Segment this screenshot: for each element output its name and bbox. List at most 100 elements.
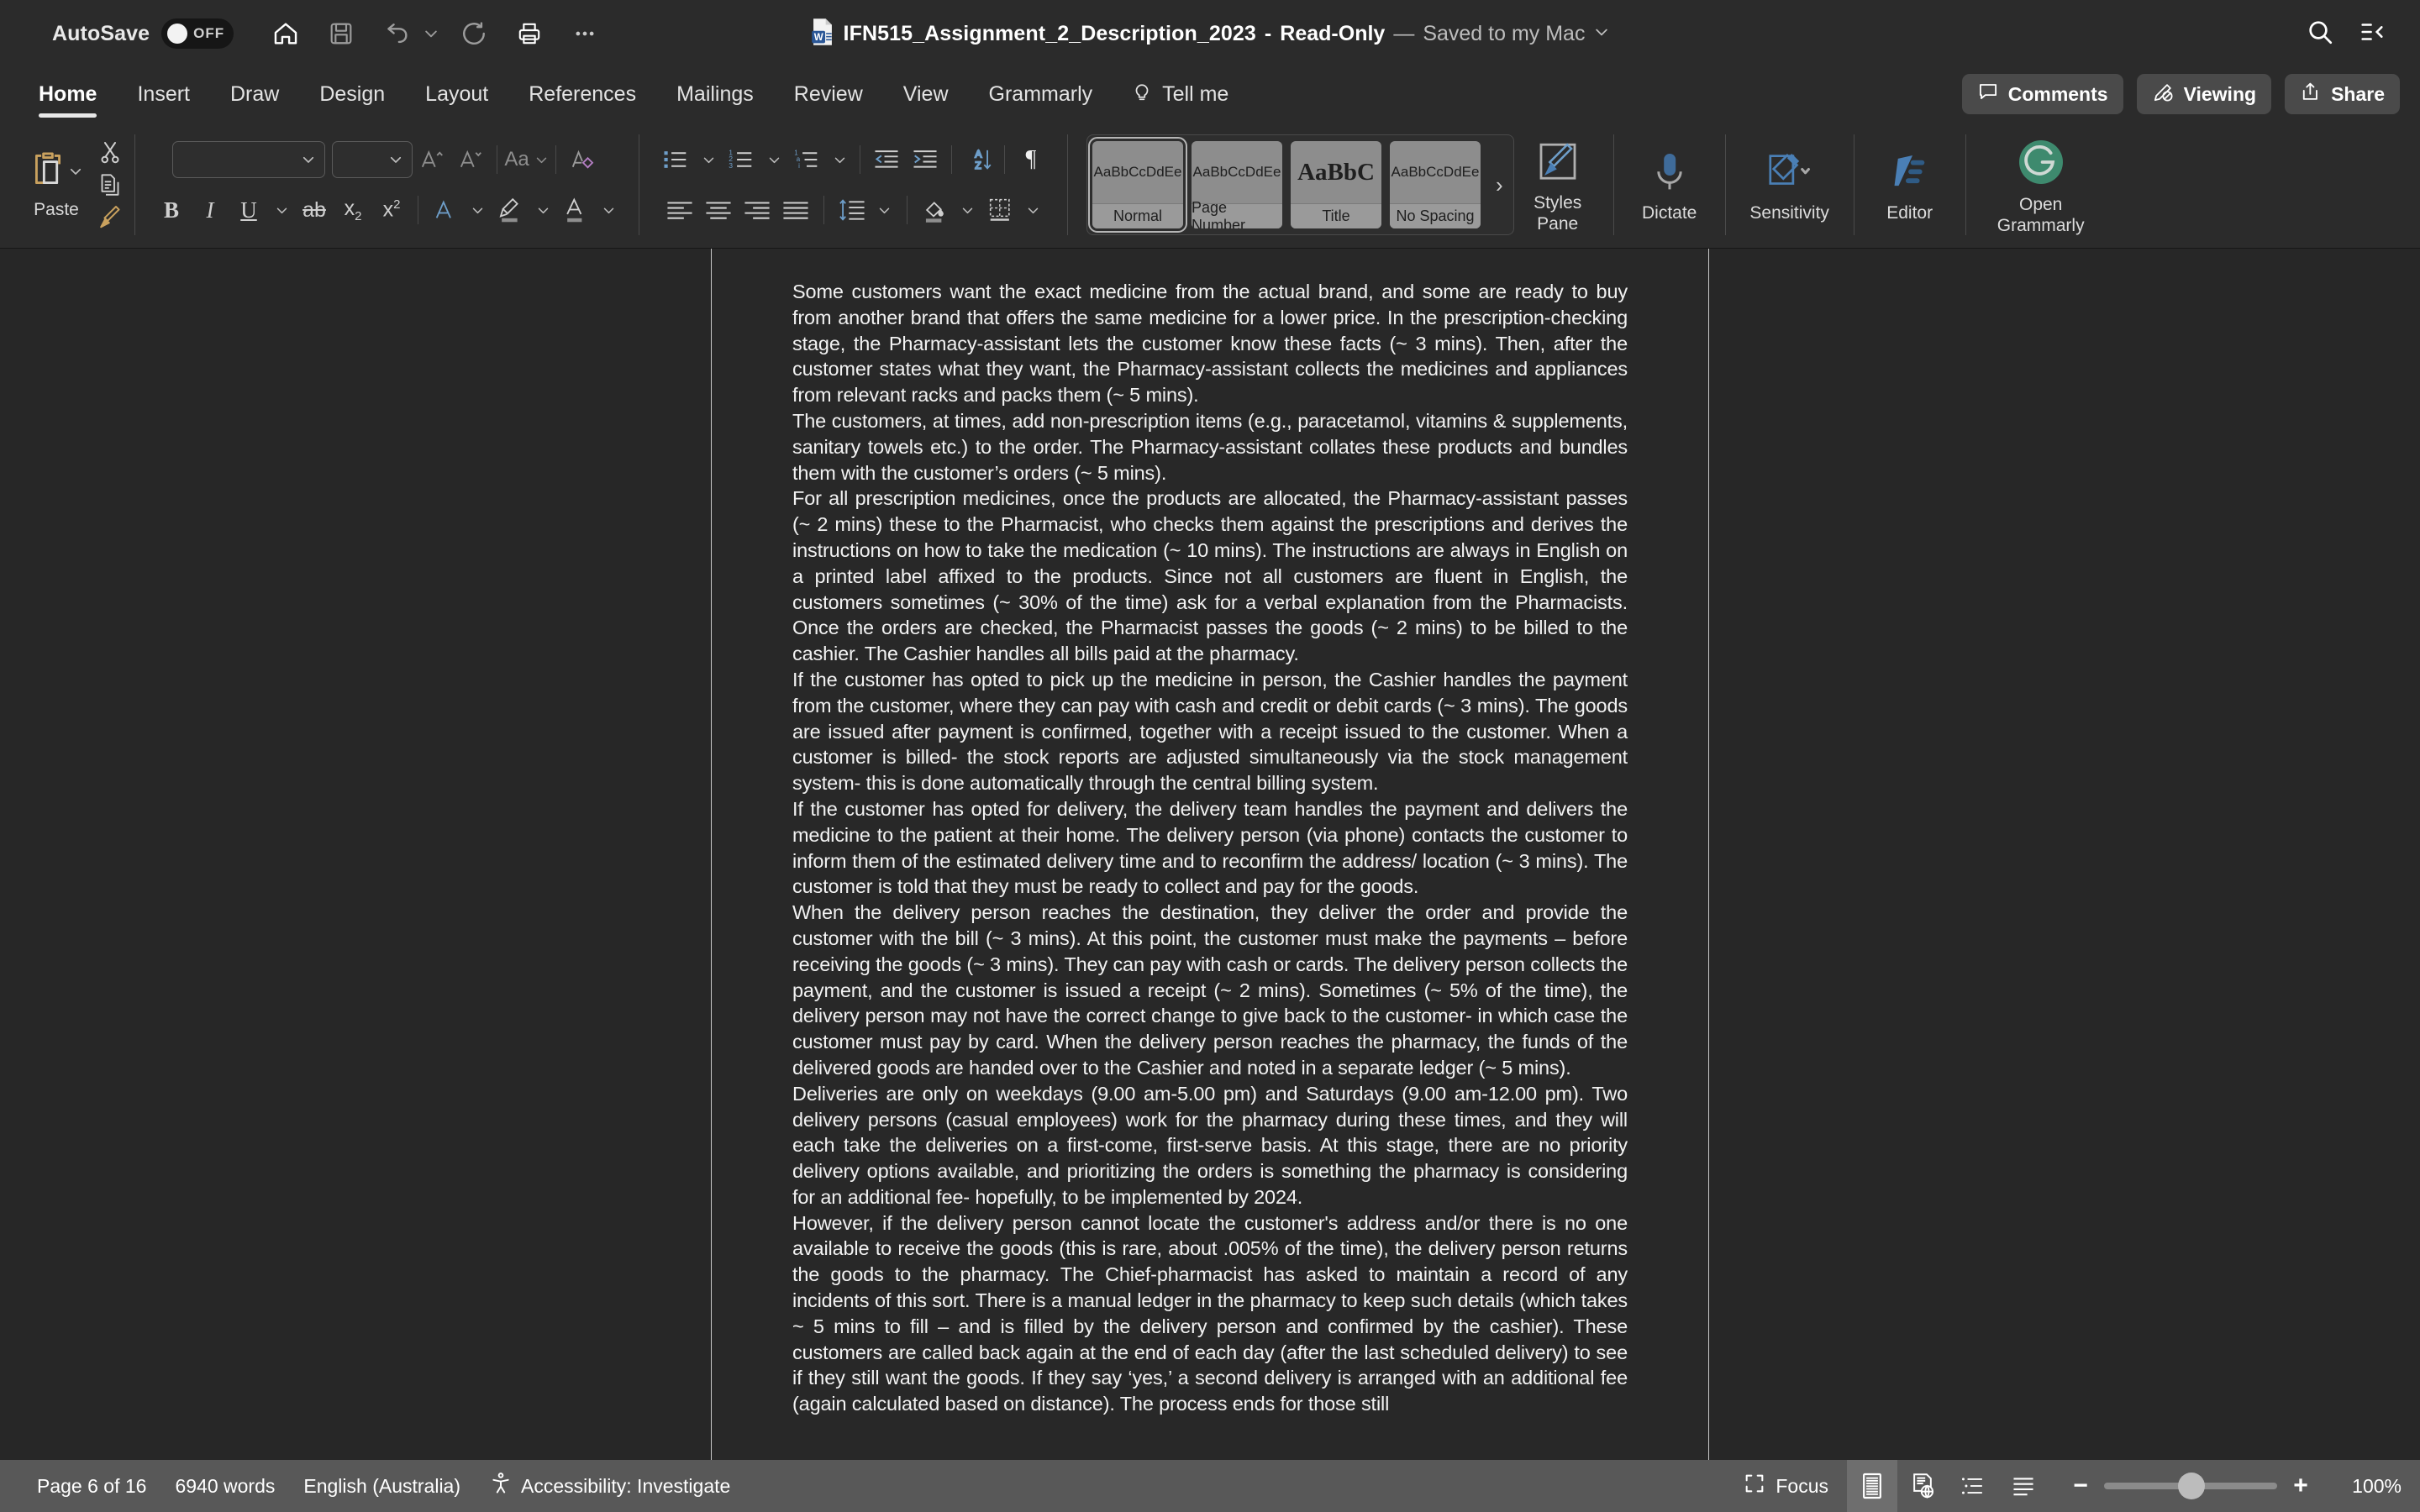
zoom-slider[interactable] xyxy=(2104,1473,2277,1499)
style-card-title[interactable]: AaBbC Title xyxy=(1291,141,1381,228)
viewing-mode-button[interactable]: Viewing xyxy=(2136,74,2272,114)
bullets-chevron-icon[interactable] xyxy=(695,141,722,178)
print-layout-view-button[interactable] xyxy=(1847,1460,1897,1512)
paste-button[interactable]: Paste xyxy=(15,150,97,220)
group-divider-3 xyxy=(1067,134,1068,235)
italic-button[interactable]: I xyxy=(191,192,229,228)
paste-chevron-down-icon[interactable] xyxy=(68,164,83,183)
comments-button[interactable]: Comments xyxy=(1961,74,2123,114)
tab-design[interactable]: Design xyxy=(299,67,405,121)
shading-icon[interactable] xyxy=(916,192,955,228)
font-color-icon[interactable] xyxy=(556,192,595,228)
accessibility-status[interactable]: Accessibility: Investigate xyxy=(489,1472,730,1500)
tab-view[interactable]: View xyxy=(883,67,969,121)
open-grammarly-button[interactable]: Open Grammarly xyxy=(1978,127,2104,243)
dictate-button[interactable]: Dictate xyxy=(1626,127,1713,243)
multilevel-list-icon[interactable]: 1 a i xyxy=(787,141,826,178)
tab-home[interactable]: Home xyxy=(18,67,117,121)
print-icon[interactable] xyxy=(506,12,553,55)
decrease-indent-icon[interactable] xyxy=(867,141,906,178)
save-location-label[interactable]: Saved to my Mac xyxy=(1423,22,1585,46)
bullets-icon[interactable] xyxy=(656,141,695,178)
font-name-combo[interactable] xyxy=(172,141,326,178)
search-icon[interactable] xyxy=(2306,18,2334,50)
zoom-in-button[interactable]: + xyxy=(2291,1472,2311,1500)
strikethrough-button[interactable]: ab xyxy=(295,192,334,228)
grow-font-icon[interactable] xyxy=(413,141,451,178)
tab-grammarly[interactable]: Grammarly xyxy=(969,67,1113,121)
zoom-out-button[interactable]: − xyxy=(2070,1472,2091,1500)
save-location-chevron-icon[interactable] xyxy=(1593,24,1610,45)
line-spacing-chevron-icon[interactable] xyxy=(871,192,898,228)
tab-draw[interactable]: Draw xyxy=(210,67,299,121)
numbering-chevron-icon[interactable] xyxy=(760,141,787,178)
zoom-slider-handle[interactable] xyxy=(2178,1473,2205,1499)
tab-insert[interactable]: Insert xyxy=(117,67,210,121)
outline-view-button[interactable] xyxy=(1948,1460,1998,1512)
underline-chevron-icon[interactable] xyxy=(268,192,295,228)
save-icon[interactable] xyxy=(318,12,365,55)
share-button[interactable]: Share xyxy=(2285,74,2400,114)
borders-chevron-icon[interactable] xyxy=(1020,192,1047,228)
multilevel-chevron-icon[interactable] xyxy=(826,141,853,178)
word-count[interactable]: 6940 words xyxy=(175,1475,275,1498)
shading-chevron-icon[interactable] xyxy=(955,192,981,228)
styles-pane-button[interactable]: Styles Pane xyxy=(1514,127,1602,243)
redo-icon[interactable] xyxy=(450,12,497,55)
line-spacing-icon[interactable] xyxy=(833,192,871,228)
ribbon-display-options-icon[interactable] xyxy=(2358,18,2386,50)
numbering-icon[interactable]: 1 2 3 xyxy=(722,141,760,178)
sort-icon[interactable]: A Z xyxy=(959,141,997,178)
clear-formatting-icon[interactable] xyxy=(563,141,602,178)
font-size-combo[interactable] xyxy=(332,141,413,178)
copy-icon[interactable] xyxy=(97,172,123,202)
borders-icon[interactable] xyxy=(981,192,1020,228)
undo-chevron-down-icon[interactable] xyxy=(420,25,442,42)
tab-review[interactable]: Review xyxy=(774,67,883,121)
focus-mode-button[interactable]: Focus xyxy=(1725,1473,1847,1499)
tell-me-search[interactable]: Tell me xyxy=(1113,81,1228,108)
change-case-icon[interactable]: Aa xyxy=(504,141,548,178)
page-indicator[interactable]: Page 6 of 16 xyxy=(37,1475,146,1498)
align-right-icon[interactable] xyxy=(738,192,776,228)
language-indicator[interactable]: English (Australia) xyxy=(303,1475,460,1498)
clipboard-actions xyxy=(97,136,123,234)
zoom-level-label[interactable]: 100% xyxy=(2324,1475,2402,1498)
bold-button[interactable]: B xyxy=(152,192,191,228)
show-formatting-marks-icon[interactable]: ¶ xyxy=(1012,141,1050,178)
document-title[interactable]: IFN515_Assignment_2_Description_2023 xyxy=(844,22,1256,46)
style-card-normal[interactable]: AaBbCcDdEe Normal xyxy=(1088,137,1187,233)
align-left-icon[interactable] xyxy=(660,192,699,228)
tab-references[interactable]: References xyxy=(508,67,656,121)
cut-icon[interactable] xyxy=(97,139,123,169)
document-canvas[interactable]: Some customers want the exact medicine f… xyxy=(0,249,2420,1460)
highlight-chevron-icon[interactable] xyxy=(529,192,556,228)
text-effects-icon[interactable] xyxy=(425,192,464,228)
sensitivity-button[interactable]: Sensitivity xyxy=(1738,127,1842,243)
style-card-page-number[interactable]: AaBbCcDdEe Page Number xyxy=(1192,141,1282,228)
align-center-icon[interactable] xyxy=(699,192,738,228)
text-effects-chevron-icon[interactable] xyxy=(464,192,491,228)
justify-icon[interactable] xyxy=(776,192,815,228)
shrink-font-icon[interactable] xyxy=(451,141,490,178)
format-painter-icon[interactable] xyxy=(97,205,123,234)
superscript-button[interactable]: x2 xyxy=(372,192,411,228)
increase-indent-icon[interactable] xyxy=(906,141,944,178)
subscript-button[interactable]: x2 xyxy=(334,192,372,228)
style-card-no-spacing[interactable]: AaBbCcDdEe No Spacing xyxy=(1390,141,1481,228)
autosave-toggle[interactable]: OFF xyxy=(161,18,234,49)
draft-view-button[interactable] xyxy=(1998,1460,2049,1512)
page-content[interactable]: Some customers want the exact medicine f… xyxy=(712,249,1708,1417)
undo-icon[interactable] xyxy=(373,12,420,55)
editor-button[interactable]: Editor xyxy=(1866,127,1954,243)
web-layout-view-button[interactable] xyxy=(1897,1460,1948,1512)
underline-button[interactable]: U xyxy=(229,192,268,228)
home-icon[interactable] xyxy=(262,12,309,55)
document-page[interactable]: Some customers want the exact medicine f… xyxy=(711,249,1709,1460)
tab-mailings[interactable]: Mailings xyxy=(656,67,774,121)
more-options-icon[interactable] xyxy=(561,12,608,55)
font-color-chevron-icon[interactable] xyxy=(595,192,622,228)
highlight-color-icon[interactable] xyxy=(491,192,529,228)
styles-gallery-next-icon[interactable]: › xyxy=(1489,172,1510,198)
tab-layout[interactable]: Layout xyxy=(405,67,508,121)
